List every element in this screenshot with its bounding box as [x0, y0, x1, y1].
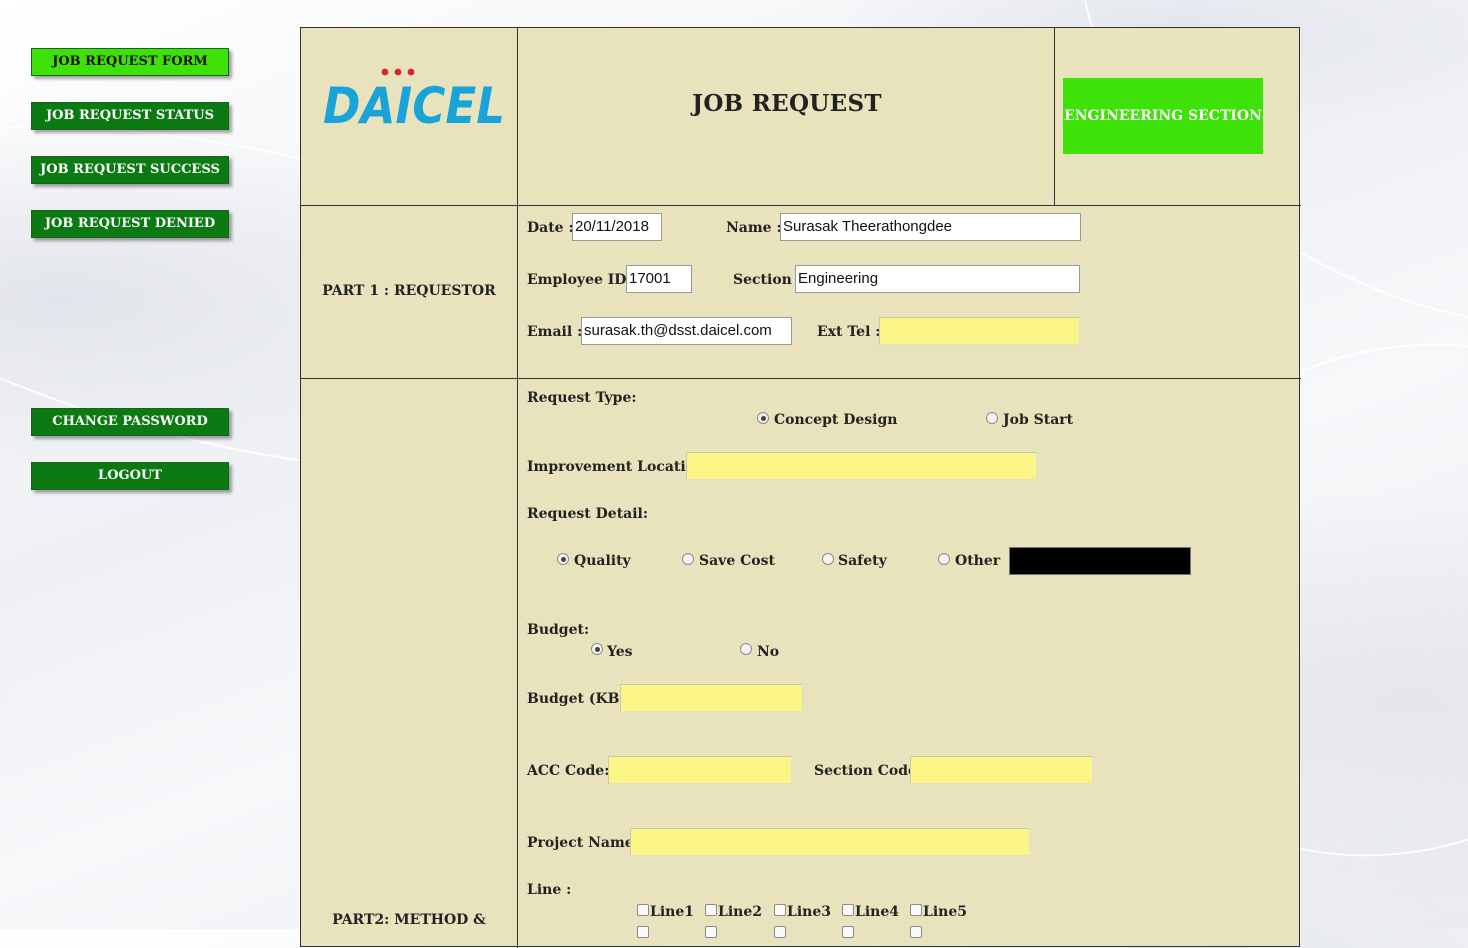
- line4-checkbox[interactable]: [842, 904, 854, 916]
- budget-label: Budget:: [527, 622, 590, 638]
- project-name-field[interactable]: [630, 828, 1030, 856]
- concept-design-label: Concept Design: [774, 412, 898, 428]
- divider: [517, 28, 518, 948]
- line4-label: Line4: [855, 904, 899, 920]
- email-label: Email :: [527, 324, 583, 340]
- job-start-radio[interactable]: [986, 412, 998, 424]
- nav-job-request-status-button[interactable]: JOB REQUEST STATUS: [31, 102, 229, 130]
- quality-label: Quality: [574, 553, 631, 569]
- change-password-button[interactable]: CHANGE PASSWORD: [31, 408, 229, 436]
- nav-job-request-denied-button[interactable]: JOB REQUEST DENIED: [31, 210, 229, 238]
- line3-label: Line3: [787, 904, 831, 920]
- improvement-location-label: Improvement Location:: [527, 459, 711, 475]
- request-detail-label: Request Detail:: [527, 506, 649, 522]
- svg-text:DAICEL: DAICEL: [323, 77, 505, 128]
- budget-no-radio[interactable]: [740, 643, 752, 655]
- ext-tel-label: Ext Tel :: [817, 324, 881, 340]
- section-code-label: Section Code:: [814, 763, 923, 779]
- line5-checkbox[interactable]: [910, 904, 922, 916]
- other-radio[interactable]: [938, 553, 950, 565]
- budget-no-label: No: [757, 644, 780, 660]
- other-detail-field[interactable]: [1009, 547, 1191, 575]
- concept-design-radio[interactable]: [757, 412, 769, 424]
- divider: [301, 378, 1301, 379]
- line1-checkbox[interactable]: [637, 904, 649, 916]
- section-label: Section :: [733, 272, 802, 288]
- budget-kb-label: Budget (KB):: [527, 691, 632, 707]
- line1-label: Line1: [650, 904, 694, 920]
- name-label: Name :: [726, 220, 782, 236]
- acc-code-field[interactable]: [608, 756, 792, 784]
- line2-label: Line2: [718, 904, 762, 920]
- part1-label: PART 1 : REQUESTOR: [322, 283, 496, 299]
- name-field[interactable]: Surasak Theerathongdee: [780, 213, 1081, 241]
- line-label: Line :: [527, 882, 572, 898]
- employee-id-label: Employee ID :: [527, 272, 637, 288]
- improvement-location-field[interactable]: [686, 452, 1037, 480]
- engineering-section-badge: ENGINEERING SECTION: [1063, 78, 1263, 154]
- employee-id-field[interactable]: 17001: [626, 265, 692, 293]
- line-checkbox[interactable]: [842, 926, 854, 938]
- logout-button[interactable]: LOGOUT: [31, 462, 229, 490]
- safety-radio[interactable]: [822, 553, 834, 565]
- part2-label: PART2: METHOD &: [332, 912, 486, 928]
- section-code-field[interactable]: [910, 756, 1093, 784]
- save-cost-radio[interactable]: [682, 553, 694, 565]
- line2-checkbox[interactable]: [705, 904, 717, 916]
- date-label: Date :: [527, 220, 574, 236]
- nav-job-request-success-button[interactable]: JOB REQUEST SUCCESS: [31, 156, 229, 184]
- save-cost-label: Save Cost: [699, 553, 775, 569]
- safety-label: Safety: [838, 553, 887, 569]
- request-type-label: Request Type:: [527, 390, 637, 406]
- line-checkbox[interactable]: [705, 926, 717, 938]
- line-checkbox[interactable]: [774, 926, 786, 938]
- budget-kb-field[interactable]: [620, 684, 803, 712]
- other-label: Other: [955, 553, 1001, 569]
- ext-tel-field[interactable]: [879, 317, 1080, 345]
- budget-yes-radio[interactable]: [591, 643, 603, 655]
- daicel-logo: DAICEL: [323, 68, 505, 128]
- line5-label: Line5: [923, 904, 967, 920]
- page-title: JOB REQUEST: [692, 90, 882, 117]
- job-start-label: Job Start: [1003, 412, 1074, 428]
- section-field[interactable]: Engineering: [795, 265, 1080, 293]
- acc-code-label: ACC Code:: [527, 763, 610, 779]
- line-checkbox[interactable]: [637, 926, 649, 938]
- job-request-form: DAICEL JOB REQUEST ENGINEERING SECTION P…: [300, 27, 1301, 948]
- line3-checkbox[interactable]: [774, 904, 786, 916]
- line-checkbox[interactable]: [910, 926, 922, 938]
- email-field[interactable]: surasak.th@dsst.daicel.com: [581, 317, 792, 345]
- project-name-label: Project Name :: [527, 835, 644, 851]
- date-field[interactable]: 20/11/2018: [572, 213, 662, 241]
- nav-job-request-form-button[interactable]: JOB REQUEST FORM: [31, 48, 229, 76]
- quality-radio[interactable]: [557, 553, 569, 565]
- budget-yes-label: Yes: [607, 644, 633, 660]
- divider: [301, 205, 1301, 206]
